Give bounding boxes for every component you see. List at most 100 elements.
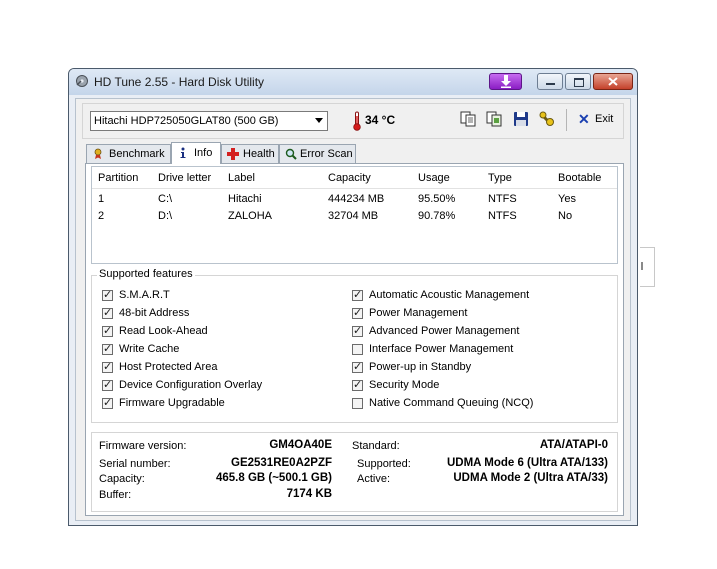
feature-label: Automatic Acoustic Management	[369, 289, 530, 301]
active-mode-value: UDMA Mode 2 (Ultra ATA/33)	[453, 472, 608, 484]
cell-label: ZALOHA	[228, 210, 273, 222]
supported-features-group: Supported features S.M.A.R.T 48-bit Addre…	[91, 268, 618, 423]
table-row[interactable]: 1 C:\ Hitachi 444234 MB 95.50% NTFS Yes	[92, 193, 617, 208]
table-row[interactable]: 2 D:\ ZALOHA 32704 MB 90.78% NTFS No	[92, 210, 617, 225]
feature-label: 48-bit Address	[119, 307, 190, 319]
cell-type: NTFS	[488, 210, 517, 222]
drive-info-group: Firmware version: GM4OA40E Serial number…	[91, 432, 618, 512]
tab-info[interactable]: Info	[171, 142, 221, 164]
cell-partition: 1	[98, 193, 105, 205]
serial-value: GE2531RE0A2PZF	[231, 457, 332, 469]
close-button[interactable]	[593, 73, 633, 90]
minimize-button[interactable]	[537, 73, 563, 90]
checkbox-checked-icon[interactable]	[102, 342, 113, 355]
cell-bootable: Yes	[558, 193, 576, 205]
options-icon[interactable]	[538, 110, 556, 128]
feature-label: Host Protected Area	[119, 361, 218, 373]
standard-value: ATA/ATAPI-0	[539, 439, 608, 451]
feature-label: Power-up in Standby	[369, 361, 472, 373]
tab-health[interactable]: Health	[221, 144, 279, 163]
feature-label: Firmware Upgradable	[119, 397, 225, 409]
column-header-capacity[interactable]: Capacity	[328, 172, 371, 184]
download-arrow-icon	[501, 75, 511, 88]
firmware-value: GM4OA40E	[269, 439, 332, 451]
tab-info-label: Info	[194, 147, 213, 159]
capacity-label: Capacity:	[99, 473, 145, 485]
checkbox-checked-icon[interactable]	[352, 324, 363, 337]
exit-x-icon[interactable]: ✕	[578, 111, 590, 128]
cell-partition: 2	[98, 210, 105, 222]
supported-features-title: Supported features	[97, 268, 195, 280]
checkbox-checked-icon[interactable]	[352, 360, 363, 373]
capacity-value: 465.8 GB (~500.1 GB)	[215, 472, 332, 484]
serial-label: Serial number:	[99, 458, 171, 470]
app-icon	[76, 75, 88, 87]
cell-usage: 90.78%	[418, 210, 456, 222]
error-scan-icon	[285, 148, 297, 160]
column-header-bootable[interactable]: Bootable	[558, 172, 601, 184]
feature-label: Advanced Power Management	[369, 325, 520, 337]
feature-label: Write Cache	[119, 343, 180, 355]
save-icon[interactable]	[512, 110, 530, 128]
hd-tune-window: HD Tune 2.55 - Hard Disk Utility Hitachi…	[68, 68, 638, 526]
tab-error-scan-label: Error Scan	[300, 148, 353, 160]
partition-table: Partition Drive letter Label Capacity Us…	[91, 166, 618, 264]
benchmark-icon	[94, 148, 102, 159]
column-header-partition[interactable]: Partition	[98, 172, 138, 184]
checkbox-unchecked-icon[interactable]	[352, 398, 363, 409]
column-header-label[interactable]: Label	[228, 172, 255, 184]
table-header-divider	[92, 188, 617, 189]
temperature-readout: 34 °C	[365, 113, 396, 127]
checkbox-checked-icon[interactable]	[352, 288, 363, 301]
cell-bootable: No	[558, 210, 573, 222]
thermometer-icon	[353, 111, 361, 131]
copy-text-icon[interactable]	[459, 110, 477, 128]
drive-select[interactable]: Hitachi HDP725050GLAT80 (500 GB)	[90, 111, 328, 131]
cell-drive-letter: C:\	[158, 193, 173, 205]
cell-usage: 95.50%	[418, 193, 456, 205]
firmware-label: Firmware version:	[99, 440, 187, 452]
exit-button[interactable]: Exit	[595, 113, 613, 125]
info-icon	[180, 147, 186, 158]
cell-label: Hitachi	[228, 193, 262, 205]
tab-health-label: Health	[243, 148, 275, 160]
cell-capacity: 444234 MB	[328, 193, 385, 205]
feature-label: Power Management	[369, 307, 468, 319]
column-header-drive-letter[interactable]: Drive letter	[158, 172, 211, 184]
cell-drive-letter: D:\	[158, 210, 173, 222]
title-bar[interactable]: HD Tune 2.55 - Hard Disk Utility	[69, 69, 637, 95]
cell-capacity: 32704 MB	[328, 210, 379, 222]
tab-error-scan[interactable]: Error Scan	[279, 144, 356, 163]
feature-label: Read Look-Ahead	[119, 325, 208, 337]
tab-benchmark[interactable]: Benchmark	[86, 144, 171, 163]
toolbar-separator	[566, 109, 567, 131]
buffer-label: Buffer:	[99, 489, 132, 501]
checkbox-checked-icon[interactable]	[102, 360, 113, 373]
info-panel: Partition Drive letter Label Capacity Us…	[85, 163, 624, 516]
window-title: HD Tune 2.55 - Hard Disk Utility	[94, 75, 265, 89]
checkbox-unchecked-icon[interactable]	[352, 344, 363, 355]
checkbox-checked-icon[interactable]	[102, 324, 113, 337]
standard-label: Standard:	[352, 440, 400, 452]
minimize-icon	[546, 83, 555, 85]
column-header-usage[interactable]: Usage	[418, 172, 450, 184]
checkbox-checked-icon[interactable]	[102, 288, 113, 301]
tab-benchmark-label: Benchmark	[109, 148, 165, 160]
copy-screenshot-icon[interactable]	[485, 110, 503, 128]
buffer-value: 7174 KB	[286, 488, 332, 500]
maximize-button[interactable]	[565, 73, 591, 90]
client-area: Hitachi HDP725050GLAT80 (500 GB) 34 °C ✕…	[75, 98, 631, 521]
chevron-down-icon[interactable]	[315, 118, 323, 123]
checkbox-checked-icon[interactable]	[352, 306, 363, 319]
drive-select-value: Hitachi HDP725050GLAT80 (500 GB)	[94, 115, 279, 127]
feature-label: S.M.A.R.T	[119, 289, 170, 301]
cell-type: NTFS	[488, 193, 517, 205]
feature-label: Device Configuration Overlay	[119, 379, 263, 391]
column-header-type[interactable]: Type	[488, 172, 512, 184]
checkbox-checked-icon[interactable]	[102, 378, 113, 391]
checkbox-checked-icon[interactable]	[102, 306, 113, 319]
active-mode-label: Active:	[357, 473, 391, 485]
checkbox-checked-icon[interactable]	[102, 396, 113, 409]
checkbox-checked-icon[interactable]	[352, 378, 363, 391]
download-button[interactable]	[489, 73, 522, 90]
